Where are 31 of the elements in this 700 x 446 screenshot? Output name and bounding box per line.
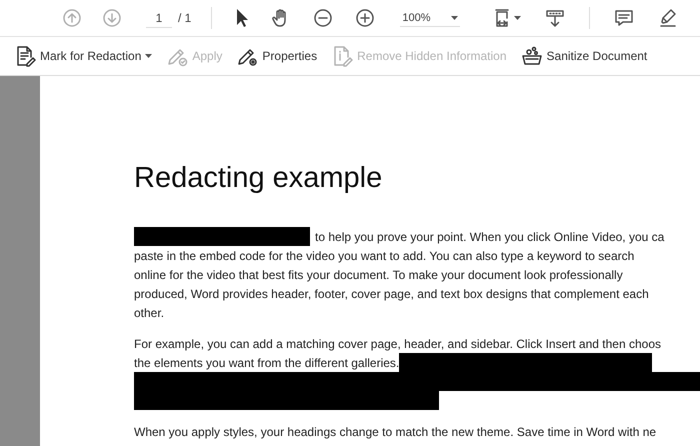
- caret-icon: [451, 16, 458, 20]
- zoom-out-icon: [313, 8, 334, 28]
- body-text-line: When you apply styles, your headings change to match the new theme. Save time in Word with ne: [134, 424, 656, 438]
- highlighter-icon: [658, 8, 678, 28]
- body-text-line: paste in the embed code for the video you want to add. You can also type a keyword to search: [134, 248, 634, 262]
- page-number-field[interactable]: 1: [146, 8, 172, 28]
- body-text-line: online for the video that best fits your document. To make your document look professionally: [134, 268, 623, 282]
- zoom-out-tool-button[interactable]: [313, 8, 334, 28]
- zoom-in-tool-button[interactable]: [355, 8, 376, 28]
- caret-icon: [145, 54, 152, 58]
- body-text-line: other.: [134, 306, 164, 320]
- document-title: Redacting example: [134, 162, 384, 195]
- body-text-line: produced, Word provides header, footer, cover page, and text box designs that complement each: [134, 286, 649, 300]
- basin-bubbles-icon: [520, 45, 543, 67]
- comment-icon: [614, 8, 634, 28]
- scroll-mode-icon: [545, 8, 566, 28]
- scroll-button[interactable]: [545, 8, 566, 28]
- redaction-tool-button[interactable]: Properties: [236, 45, 318, 67]
- redaction-tool-button[interactable]: Sanitize Document: [520, 45, 648, 67]
- zoom-field[interactable]: 100%: [400, 10, 460, 26]
- body-text-line: to help you prove your point. When you click Online Video, you ca: [315, 230, 664, 244]
- zoom-in-icon: [355, 8, 376, 28]
- comment-button[interactable]: [614, 8, 634, 28]
- pointer-icon: [235, 8, 250, 28]
- page-total: / 1: [178, 11, 192, 25]
- body-text-line: the elements you want from the different galleries.: [134, 356, 400, 370]
- highlight-button[interactable]: [658, 8, 678, 28]
- body-text-line: For example, you can add a matching cover page, header, and sidebar. Click Insert and then choos: [134, 336, 661, 350]
- caret-icon: [514, 16, 522, 20]
- redaction-tool-button[interactable]: Mark for Redaction: [14, 45, 152, 67]
- pointer-tool-button[interactable]: [235, 8, 250, 28]
